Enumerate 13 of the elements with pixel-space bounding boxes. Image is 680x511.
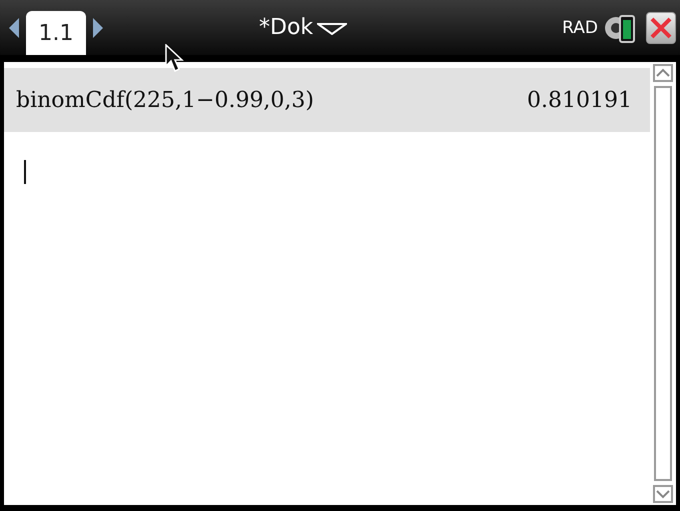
right-arrow-icon[interactable] xyxy=(92,16,104,38)
dropdown-icon[interactable] xyxy=(317,20,348,34)
scroll-down-icon[interactable] xyxy=(653,485,673,503)
scroll-up-icon[interactable] xyxy=(653,64,673,82)
angle-mode-label: RAD xyxy=(562,18,598,38)
history-entry[interactable]: binomCdf(225,1−0.99,0,3) 0.810191 xyxy=(4,68,650,132)
scrollbar[interactable] xyxy=(650,62,676,505)
page-tab[interactable]: 1.1 xyxy=(26,11,86,55)
close-button[interactable] xyxy=(646,12,676,44)
left-arrow-icon[interactable] xyxy=(8,16,20,38)
result-text: 0.810191 xyxy=(527,88,632,112)
document-title[interactable]: *Dok xyxy=(259,15,314,40)
expression-text: binomCdf(225,1−0.99,0,3) xyxy=(16,88,314,112)
